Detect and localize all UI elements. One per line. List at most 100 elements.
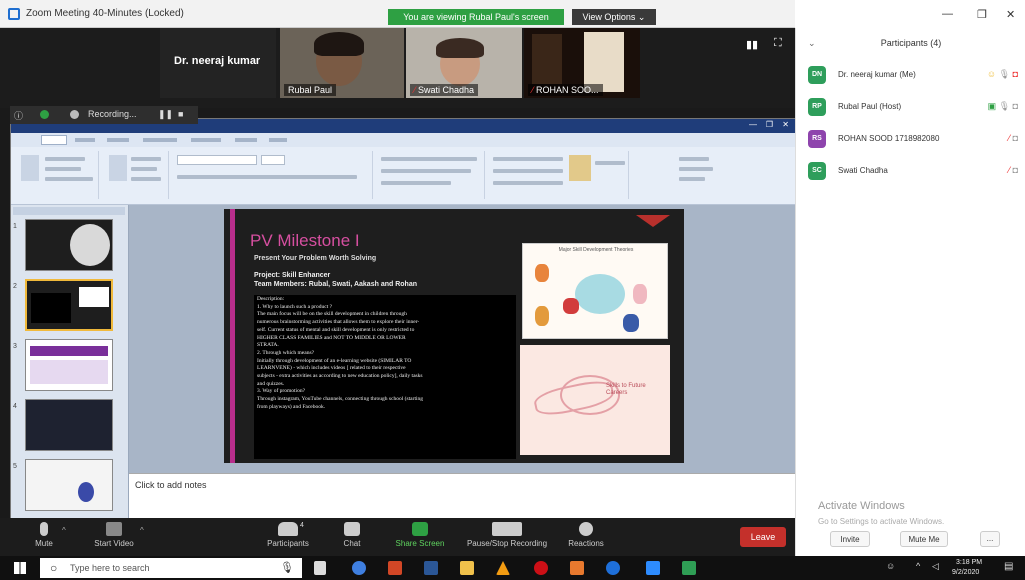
ppt-ribbon (11, 147, 797, 205)
slides-panel: 1 2 3 4 5 (11, 205, 129, 519)
ppt-tab[interactable] (143, 138, 177, 142)
body-line: 3. Way of promotion? (257, 388, 306, 395)
mute-me-button[interactable]: Mute Me (900, 531, 948, 547)
participant-status-icons: ⁄ ◘ (1009, 133, 1018, 143)
chat-button[interactable]: Chat (334, 522, 370, 548)
font-size-select[interactable] (261, 155, 285, 165)
slide-thumbnail-selected[interactable] (25, 279, 113, 331)
window-light (584, 32, 624, 92)
people-icon[interactable]: ☺ (886, 561, 895, 571)
video-tile-swati[interactable]: ⁄ Swati Chadha (406, 28, 522, 98)
slide-project-info: Project: Skill Enhancer Team Members: Ru… (254, 271, 417, 289)
app-icon[interactable] (570, 561, 584, 575)
slide-thumbnail[interactable] (25, 339, 113, 391)
ppt-home-tab[interactable] (41, 135, 67, 145)
participant-name: Swati Chadha (838, 166, 888, 175)
info-icon[interactable]: ⓘ (14, 109, 23, 122)
ppt-close-icon[interactable]: ✕ (782, 120, 789, 129)
leave-button[interactable]: Leave (740, 527, 786, 547)
ppt-tab[interactable] (107, 138, 129, 142)
participant-hair (436, 38, 484, 58)
maximize-icon[interactable]: ❐ (977, 8, 987, 21)
powerpoint-icon[interactable] (388, 561, 402, 575)
more-options-button[interactable]: ... (980, 531, 1000, 547)
video-options-chevron-icon[interactable]: ^ (140, 526, 144, 535)
pause-stop-recording-button[interactable]: Pause/Stop Recording (460, 522, 554, 548)
taskbar-search-input[interactable]: ○ Type here to search 🎙 (40, 558, 302, 578)
pause-stop-icon (492, 522, 522, 536)
fullscreen-icon[interactable]: ⛶ (774, 37, 782, 50)
slide-thumbnail[interactable] (25, 219, 113, 271)
font-family-select[interactable] (177, 155, 257, 165)
ppt-tab[interactable] (75, 138, 95, 142)
close-icon[interactable]: ✕ (1006, 8, 1015, 21)
windows-start-icon[interactable] (14, 562, 26, 574)
mute-button[interactable]: Mute (26, 522, 62, 548)
body-line: self. Current status of mental and skill… (257, 326, 415, 333)
slides-panel-tabs[interactable] (13, 207, 125, 215)
word-icon[interactable] (424, 561, 438, 575)
participant-hair (314, 32, 364, 56)
ribbon-clipboard-group (15, 151, 99, 199)
participant-row[interactable]: RP Rubal Paul (Host) ▣ 🎙 ◘ (808, 96, 1018, 120)
ppt-tab[interactable] (191, 138, 221, 142)
share-screen-button[interactable]: Share Screen (392, 522, 448, 548)
gallery-view-icon[interactable]: ▮▮ (746, 38, 758, 51)
invite-button[interactable]: Invite (830, 531, 870, 547)
mic-muted-icon: ⁄ (1008, 133, 1011, 143)
chrome-icon[interactable] (352, 561, 366, 575)
reactions-button[interactable]: Reactions (564, 522, 608, 548)
participants-button[interactable]: Participants (262, 522, 314, 548)
view-options-button[interactable]: View Options ⌄ (572, 9, 656, 25)
ppt-minimize-icon[interactable]: — (749, 120, 757, 129)
mic-muted-icon: ⁄ (1008, 165, 1011, 175)
zoom-taskbar-icon[interactable] (646, 561, 660, 575)
ribbon-drawing-group (489, 151, 629, 199)
ppt-ribbon-tabs[interactable] (11, 133, 797, 147)
share-screen-icon (412, 522, 428, 536)
mute-label: Mute (35, 539, 53, 548)
paste-icon[interactable] (21, 155, 39, 181)
ppt-maximize-icon[interactable]: ❐ (766, 120, 773, 129)
taskbar-date[interactable]: 9/2/2020 (952, 569, 979, 576)
video-off-icon (106, 522, 122, 536)
opera-icon[interactable] (534, 561, 548, 575)
ppt-tab[interactable] (235, 138, 257, 142)
taskbar-time[interactable]: 3:18 PM (956, 559, 982, 566)
pause-recording-icon[interactable]: ❚❚ (158, 109, 173, 120)
stop-recording-icon[interactable]: ■ (178, 109, 183, 119)
task-view-icon[interactable] (314, 561, 326, 575)
body-line: Description: (257, 296, 285, 302)
arrange-icon[interactable] (569, 155, 591, 181)
app-icon[interactable] (682, 561, 696, 575)
ppt-tab[interactable] (269, 138, 287, 142)
vlc-icon[interactable] (496, 561, 510, 575)
minimize-icon[interactable]: — (942, 8, 953, 20)
microphone-icon[interactable]: 🎙 (280, 558, 294, 578)
reactions-icon (579, 522, 593, 536)
body-line: subjects - extra activities as according… (257, 373, 423, 380)
participant-row[interactable]: RS ROHAN SOOD 1718982080 ⁄ ◘ (808, 128, 1018, 152)
edge-icon[interactable] (606, 561, 620, 575)
slide-thumbnail[interactable] (25, 399, 113, 451)
new-slide-icon[interactable] (109, 155, 127, 181)
video-tile-neeraj[interactable]: Dr. neeraj kumar (160, 28, 276, 98)
start-video-button[interactable]: Start Video (86, 522, 142, 548)
slide-thumbnail[interactable] (25, 459, 113, 511)
audio-options-chevron-icon[interactable]: ^ (62, 526, 66, 535)
participant-row[interactable]: SC Swati Chadha ⁄ ◘ (808, 160, 1018, 184)
file-explorer-icon[interactable] (460, 561, 474, 575)
avatar: SC (808, 162, 826, 180)
volume-icon[interactable]: ◁ (932, 561, 939, 572)
participants-panel: ⌄ Participants (4) DN Dr. neeraj kumar (… (795, 28, 1025, 556)
participant-row[interactable]: DN Dr. neeraj kumar (Me) ☺ 🎙 ◘ (808, 64, 1018, 88)
notes-pane[interactable]: Click to add notes (129, 473, 797, 519)
video-tile-rubal[interactable]: Rubal Paul (280, 28, 404, 98)
show-hidden-icons-icon[interactable]: ^ (916, 561, 920, 571)
avatar: DN (808, 66, 826, 84)
notifications-icon[interactable]: ▤ (1004, 561, 1013, 572)
security-shield-icon[interactable] (40, 110, 49, 119)
window-titlebar: Zoom Meeting 40-Minutes (Locked) You are… (0, 0, 795, 28)
pause-recording-label: Pause/Stop Recording (466, 539, 548, 548)
video-tile-rohan[interactable]: ⁄ ROHAN SOO... (524, 28, 640, 98)
